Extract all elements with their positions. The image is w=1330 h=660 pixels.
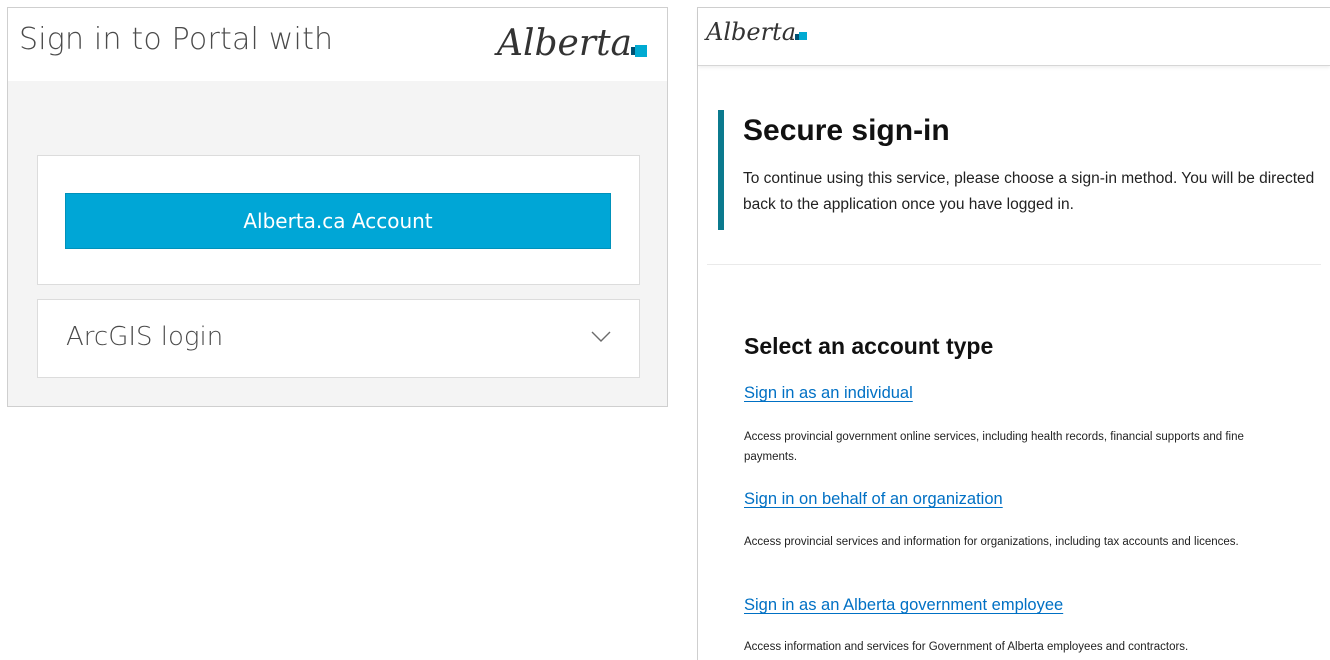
alberta-header: Alberta xyxy=(698,8,1330,66)
secure-signin-callout: Secure sign-in To continue using this se… xyxy=(718,110,1328,230)
arcgis-login-label: ArcGIS login xyxy=(66,321,224,352)
secure-signin-panel: Alberta Secure sign-in To continue using… xyxy=(697,7,1330,660)
alberta-logo-mark-icon xyxy=(795,32,807,40)
employee-description: Access information and services for Gove… xyxy=(744,641,1189,653)
chevron-down-icon[interactable] xyxy=(591,331,611,343)
alberta-account-button[interactable]: Alberta.ca Account xyxy=(65,193,611,249)
page-title: Secure sign-in xyxy=(743,114,950,147)
portal-signin-title: Sign in to Portal with xyxy=(19,22,334,57)
alberta-logo[interactable]: Alberta xyxy=(706,20,807,44)
secure-signin-description: To continue using this service, please c… xyxy=(743,170,1315,213)
portal-signin-header: Sign in to Portal with Alberta xyxy=(8,8,667,81)
sign-in-employee-link[interactable]: Sign in as an Alberta government employe… xyxy=(744,596,1063,615)
alberta-logo-mark-icon xyxy=(631,45,647,57)
individual-description: Access provincial government online serv… xyxy=(744,431,1244,463)
alberta-logo: Alberta xyxy=(497,26,647,62)
organization-description: Access provincial services and informati… xyxy=(744,536,1239,548)
alberta-account-card: Alberta.ca Account xyxy=(37,155,640,285)
section-divider xyxy=(707,264,1321,265)
arcgis-login-toggle[interactable]: ArcGIS login xyxy=(37,299,640,378)
select-account-type-heading: Select an account type xyxy=(744,333,994,359)
sign-in-individual-link[interactable]: Sign in as an individual xyxy=(744,384,913,403)
alberta-logo-text: Alberta xyxy=(706,18,796,46)
alberta-logo-text: Alberta xyxy=(497,23,632,64)
sign-in-organization-link[interactable]: Sign in on behalf of an organization xyxy=(744,490,1003,509)
portal-signin-panel: Sign in to Portal with Alberta Alberta.c… xyxy=(7,7,668,407)
